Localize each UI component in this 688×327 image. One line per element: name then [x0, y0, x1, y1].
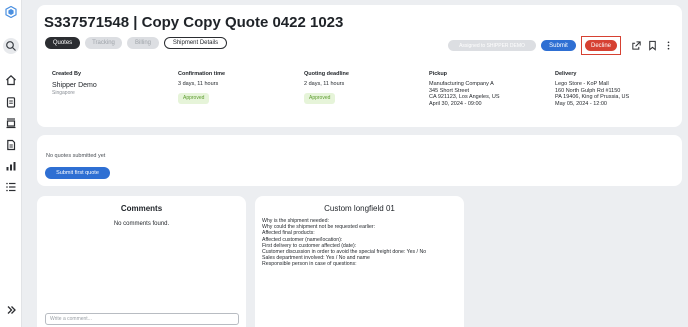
share-icon[interactable] [630, 40, 642, 52]
custom-longfield-card: Custom longfield 01 Why is the shipment … [255, 196, 464, 327]
decline-button[interactable]: Decline [585, 40, 617, 51]
shipment-header-card: S337571548 | Copy Copy Quote 0422 1023 Q… [37, 5, 682, 127]
list-icon[interactable] [3, 179, 19, 195]
created-by-location: Singapore [52, 90, 75, 96]
bookmark-icon[interactable] [646, 40, 658, 52]
tab-quotes[interactable]: Quotes [45, 37, 80, 49]
search-icon[interactable] [3, 38, 19, 54]
custom-longfield-body: Why is the shipment needed: Why could th… [262, 218, 426, 268]
custom-longfield-title: Custom longfield 01 [324, 204, 395, 213]
logo-icon[interactable] [3, 4, 19, 20]
submit-button[interactable]: Submit [541, 40, 576, 51]
truck-icon[interactable] [3, 115, 19, 131]
created-by-section: Created By Shipper Demo Singapore [52, 71, 97, 97]
delivery-city: PA 19406, King of Prussia, US [555, 94, 630, 100]
header-actions: Assigned to SHIPPER DEMO Submit Decline [448, 36, 674, 55]
comments-card: Comments No comments found. Write a comm… [37, 196, 246, 327]
confirmation-time-label: Confirmation time [178, 71, 226, 77]
custom-line: Responsible person in case of questions: [262, 261, 357, 268]
pickup-city: CA 921123, Los Angeles, US [429, 94, 500, 100]
quoting-deadline-section: Quoting deadline 2 days, 11 hours Approv… [304, 71, 349, 104]
pickup-label: Pickup [429, 71, 448, 77]
no-quotes-message: No quotes submitted yet [46, 153, 106, 159]
created-by-name: Shipper Demo [52, 82, 97, 89]
confirmation-status-badge: Approved [178, 92, 210, 104]
quoting-deadline-value: 2 days, 11 hours [304, 81, 345, 87]
created-by-label: Created By [52, 71, 82, 77]
assigned-button[interactable]: Assigned to SHIPPER DEMO [448, 40, 536, 51]
pickup-company: Manufacturing Company A [429, 81, 494, 87]
decline-highlight: Decline [581, 36, 621, 55]
delivery-section: Delivery Lego Store - KoP Mall 160 North… [555, 71, 629, 107]
quoting-deadline-label: Quoting deadline [304, 71, 349, 77]
home-icon[interactable] [3, 72, 19, 88]
confirmation-time-section: Confirmation time 3 days, 11 hours Appro… [178, 71, 225, 104]
comment-input[interactable]: Write a comment... [45, 313, 239, 325]
comments-title: Comments [120, 204, 163, 213]
clipboard-icon[interactable] [3, 94, 19, 110]
delivery-datetime: May 05, 2024 - 12:00 [555, 100, 607, 107]
submit-first-quote-button[interactable]: Submit first quote [45, 167, 110, 179]
shipment-tabs: Quotes Tracking Billing Shipment Details [45, 37, 227, 49]
quotes-card: No quotes submitted yet Submit first quo… [37, 135, 682, 186]
sidebar [0, 0, 22, 327]
document-icon[interactable] [3, 137, 19, 153]
chart-icon[interactable] [3, 158, 19, 174]
pickup-section: Pickup Manufacturing Company A 345 Short… [429, 71, 500, 107]
tab-shipment-details[interactable]: Shipment Details [164, 37, 227, 49]
delivery-label: Delivery [555, 71, 577, 77]
no-comments-message: No comments found. [113, 221, 170, 227]
confirmation-time-value: 3 days, 11 hours [178, 81, 219, 87]
pickup-datetime: April 30, 2024 - 09:00 [429, 100, 482, 107]
tab-billing[interactable]: Billing [127, 37, 159, 49]
tab-tracking[interactable]: Tracking [85, 37, 122, 49]
page-title: S337571548 | Copy Copy Quote 0422 1023 [44, 14, 344, 31]
expand-icon[interactable] [3, 302, 19, 318]
deadline-status-badge: Approved [304, 92, 336, 104]
more-icon[interactable] [662, 40, 674, 52]
